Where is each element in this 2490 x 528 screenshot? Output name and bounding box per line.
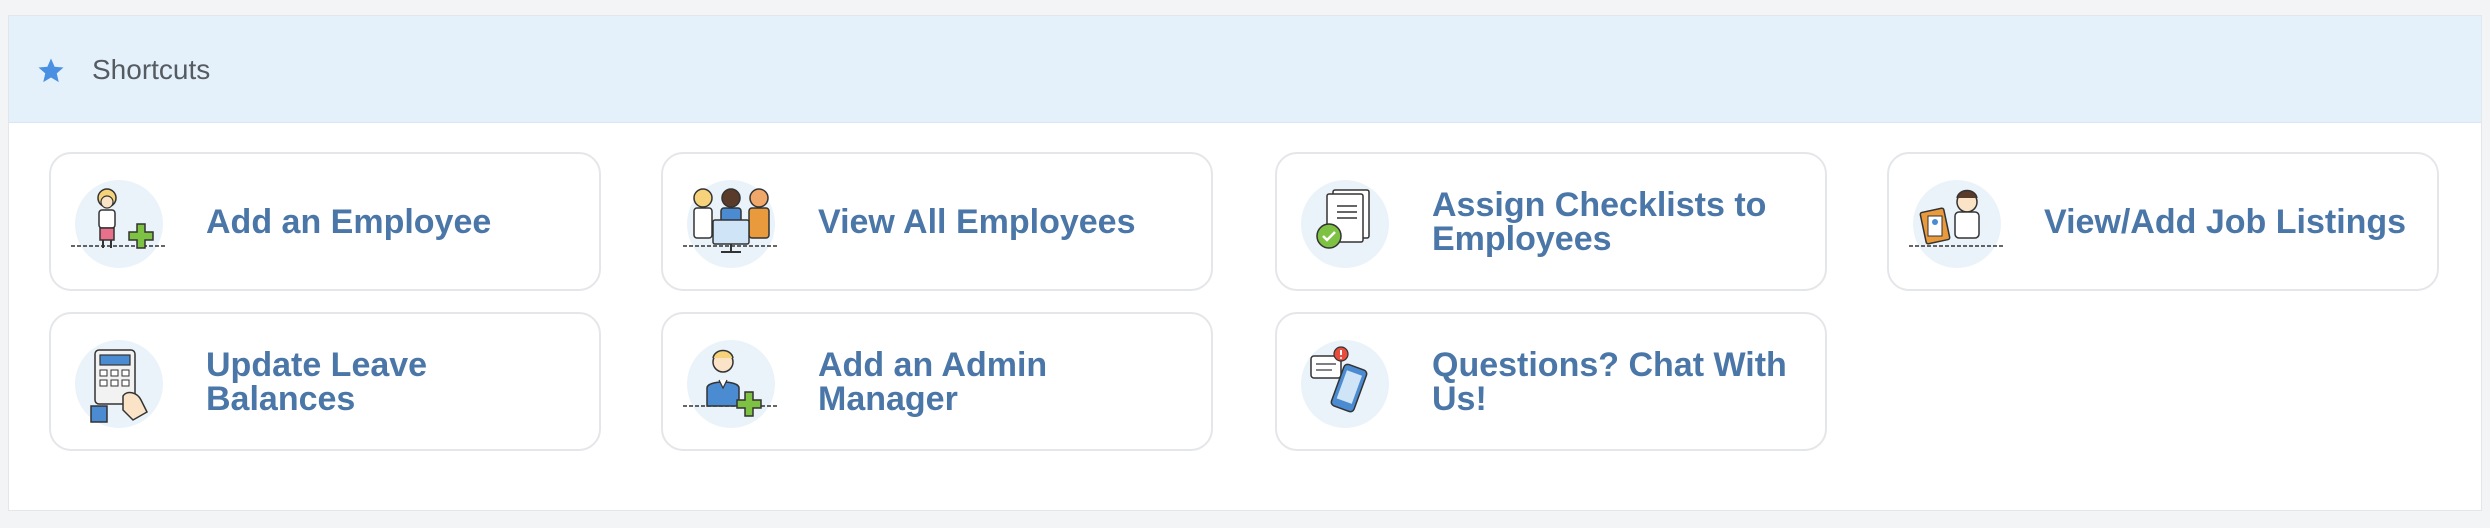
job-listings-icon: [1909, 180, 2005, 268]
update-leave-shortcut[interactable]: Update Leave Balances: [49, 312, 601, 451]
add-employee-shortcut[interactable]: Add an Employee: [49, 152, 601, 291]
shortcuts-panel: Shortcuts Add an Employee View All Emplo…: [8, 15, 2482, 511]
add-admin-icon: [683, 340, 779, 428]
shortcut-label: View/Add Job Listings: [2044, 202, 2407, 241]
job-listings-shortcut[interactable]: View/Add Job Listings: [1887, 152, 2439, 291]
shortcut-label: Update Leave Balances: [206, 345, 428, 418]
view-employees-shortcut[interactable]: View All Employees: [661, 152, 1213, 291]
checklist-icon: [1301, 180, 1389, 268]
shortcut-label: Add an Employee: [206, 202, 492, 241]
panel-header: Shortcuts: [9, 16, 2481, 123]
add-admin-shortcut[interactable]: Add an Admin Manager: [661, 312, 1213, 451]
chat-shortcut[interactable]: Questions? Chat With Us!: [1275, 312, 1827, 451]
chat-phone-icon: [1301, 340, 1389, 428]
shortcut-label: Add an Admin Manager: [818, 345, 1048, 418]
add-employee-icon: [71, 180, 167, 268]
star-icon: [38, 58, 64, 83]
shortcut-label: View All Employees: [818, 202, 1136, 241]
employees-group-icon: [683, 180, 779, 268]
calculator-icon: [75, 340, 163, 428]
assign-checklists-shortcut[interactable]: Assign Checklists to Employees: [1275, 152, 1827, 291]
panel-title: Shortcuts: [92, 54, 211, 85]
shortcut-label: Assign Checklists to Employees: [1432, 185, 1767, 258]
shortcut-label: Questions? Chat With Us!: [1432, 345, 1787, 418]
